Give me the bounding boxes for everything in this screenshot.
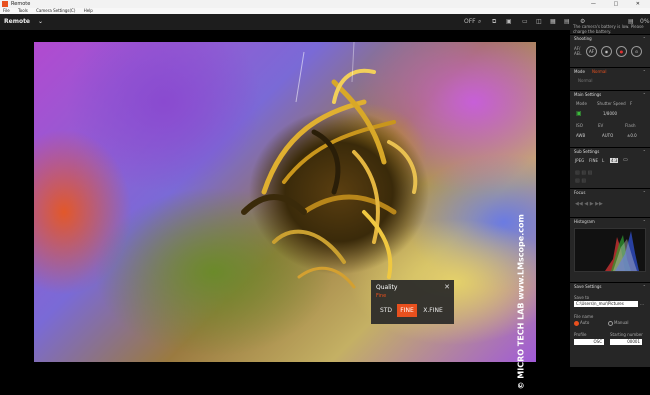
- metering-icon[interactable]: ▧ ▧: [575, 178, 586, 184]
- focus-section: Focus ⌃ ◀◀ ◀ ▶ ▶▶: [570, 188, 650, 217]
- title-bar: Remote — □ ✕: [0, 0, 650, 8]
- chevron-down-icon[interactable]: ⌄: [38, 14, 43, 30]
- wb-value[interactable]: AWB: [576, 133, 585, 138]
- radio-manual[interactable]: [608, 321, 613, 326]
- chevron-up-icon[interactable]: ⌃: [643, 190, 646, 195]
- quality-option-std[interactable]: STD: [376, 304, 396, 317]
- compare-icon[interactable]: ⧉: [492, 18, 496, 26]
- histogram-header[interactable]: Histogram: [574, 219, 595, 224]
- close-icon[interactable]: ✕: [444, 283, 450, 291]
- save-settings-section: Save Settings ⌃ Save to C:\Users\n_mur\P…: [570, 282, 650, 367]
- window-title: Remote: [11, 1, 31, 7]
- view-button[interactable]: ◉: [601, 46, 612, 57]
- chevron-up-icon[interactable]: ⌃: [643, 69, 646, 74]
- ev-value[interactable]: ±0.0: [627, 133, 637, 138]
- menu-help[interactable]: Help: [84, 8, 93, 13]
- iso-label: ISO: [576, 123, 583, 128]
- file-name-label: File name: [574, 314, 594, 319]
- menu-tools[interactable]: Tools: [18, 8, 28, 13]
- sub-settings-header[interactable]: Sub Settings: [574, 149, 599, 154]
- ev-label: EV: [598, 123, 604, 128]
- main-settings-header[interactable]: Main Settings: [574, 92, 601, 97]
- quality-option-fine[interactable]: FINE: [397, 304, 417, 317]
- profile-label: Profile: [574, 332, 587, 337]
- flower-illustration: [241, 42, 418, 289]
- shooting-header[interactable]: Shooting: [574, 36, 592, 41]
- profile-field[interactable]: OSC: [574, 339, 604, 345]
- shooting-section: Shooting ⌃ AF/ AEL AF ◉ ● ⊙: [570, 34, 650, 67]
- zoom-icon[interactable]: ⌕: [478, 18, 481, 26]
- watermark: © MICRO TECH LAB www.LMscope.com: [511, 214, 531, 395]
- aspect-ratio-value[interactable]: 4:3: [610, 158, 619, 163]
- menu-file[interactable]: File: [3, 8, 10, 13]
- focus-controls[interactable]: ◀◀ ◀ ▶ ▶▶: [575, 201, 603, 207]
- shutter-button[interactable]: ⊙: [631, 46, 642, 57]
- quality-current-value: Fine: [376, 293, 387, 299]
- record-button[interactable]: ●: [616, 46, 627, 57]
- af-ael-label: AF/ AEL: [574, 46, 582, 56]
- shutter-speed-label: Shutter Speed: [597, 101, 626, 106]
- chevron-up-icon[interactable]: ⌃: [643, 92, 646, 97]
- quality-title: Quality: [376, 284, 398, 291]
- save-to-label: Save to: [574, 295, 590, 300]
- live-view-area: © MICRO TECH LAB www.LMscope.com Quality…: [0, 30, 570, 390]
- starting-number-field[interactable]: 00001: [610, 339, 642, 345]
- radio-auto[interactable]: [574, 321, 579, 326]
- battery-warning: The camera's battery is low. Please char…: [573, 24, 644, 34]
- aperture-label: F: [630, 101, 633, 106]
- save-path-field[interactable]: C:\Users\n_mur\Pictures: [574, 301, 638, 307]
- remote-label: Remote: [4, 18, 31, 25]
- histogram-graph: [574, 228, 646, 272]
- flash-label: Flash: [625, 123, 636, 128]
- mode-value[interactable]: Normal: [592, 69, 606, 74]
- display-icon[interactable]: ▭: [522, 18, 528, 26]
- quality-popup: Quality ✕ Fine STD FINE X.FINE: [371, 280, 454, 324]
- settings-panel: The camera's battery is low. Please char…: [570, 24, 650, 367]
- mode-label: Mode: [576, 101, 587, 106]
- menu-camera-settings[interactable]: Camera Settings(C): [36, 8, 75, 13]
- browse-button[interactable]: …: [640, 301, 644, 306]
- mode-section: Mode Normal ⌃ Normal: [570, 67, 650, 90]
- radio-manual-label: Manual: [614, 320, 629, 325]
- iso-value[interactable]: AUTO: [602, 133, 613, 138]
- camera-mode-icon[interactable]: ▣: [576, 110, 582, 117]
- toolbar: Remote ⌄ OFF ⌕ ⧉ ▣ ▭ ◫ ▦ ▤ ⚙ ▤ 0%: [0, 14, 650, 30]
- chevron-up-icon[interactable]: ⌃: [643, 149, 646, 154]
- chevron-up-icon[interactable]: ⌃: [643, 284, 646, 289]
- list-icon[interactable]: ▤: [564, 18, 570, 26]
- window-controls[interactable]: — □ ✕: [591, 0, 648, 8]
- layout-icon[interactable]: ◫: [536, 18, 542, 26]
- af-button[interactable]: AF: [586, 46, 597, 57]
- image-size-value[interactable]: L: [602, 158, 604, 163]
- shutter-speed-value[interactable]: 1/8000: [603, 111, 617, 116]
- live-view-image[interactable]: [34, 42, 536, 362]
- mode-sub-value: Normal: [578, 78, 593, 83]
- drive-mode-icon[interactable]: ▧ ▧ ▧: [575, 170, 592, 176]
- save-settings-header[interactable]: Save Settings: [574, 284, 602, 289]
- quality-value[interactable]: FINE: [589, 158, 598, 163]
- display-mode-icon[interactable]: ▭: [623, 157, 628, 163]
- radio-auto-label: Auto: [580, 320, 590, 325]
- sub-settings-section: Sub Settings ⌃ JPEG FINE L 4:3 ▭ ▧ ▧ ▧ ▧…: [570, 147, 650, 188]
- histogram-section: Histogram ⌃: [570, 217, 650, 282]
- live-view-toggle[interactable]: OFF: [464, 18, 476, 26]
- starting-number-label: Starting number: [610, 332, 643, 337]
- grid-icon[interactable]: ▣: [506, 18, 512, 26]
- overlay-icon[interactable]: ▦: [550, 18, 556, 26]
- file-format-value[interactable]: JPEG: [575, 158, 584, 163]
- mode-header[interactable]: Mode: [574, 69, 585, 74]
- quality-option-xfine[interactable]: X.FINE: [419, 304, 447, 317]
- main-settings-section: Main Settings ⌃ Mode Shutter Speed F ▣ 1…: [570, 90, 650, 147]
- chevron-up-icon[interactable]: ⌃: [643, 219, 646, 224]
- focus-header[interactable]: Focus: [574, 190, 585, 195]
- chevron-up-icon[interactable]: ⌃: [643, 36, 646, 41]
- app-logo-icon: [2, 1, 8, 7]
